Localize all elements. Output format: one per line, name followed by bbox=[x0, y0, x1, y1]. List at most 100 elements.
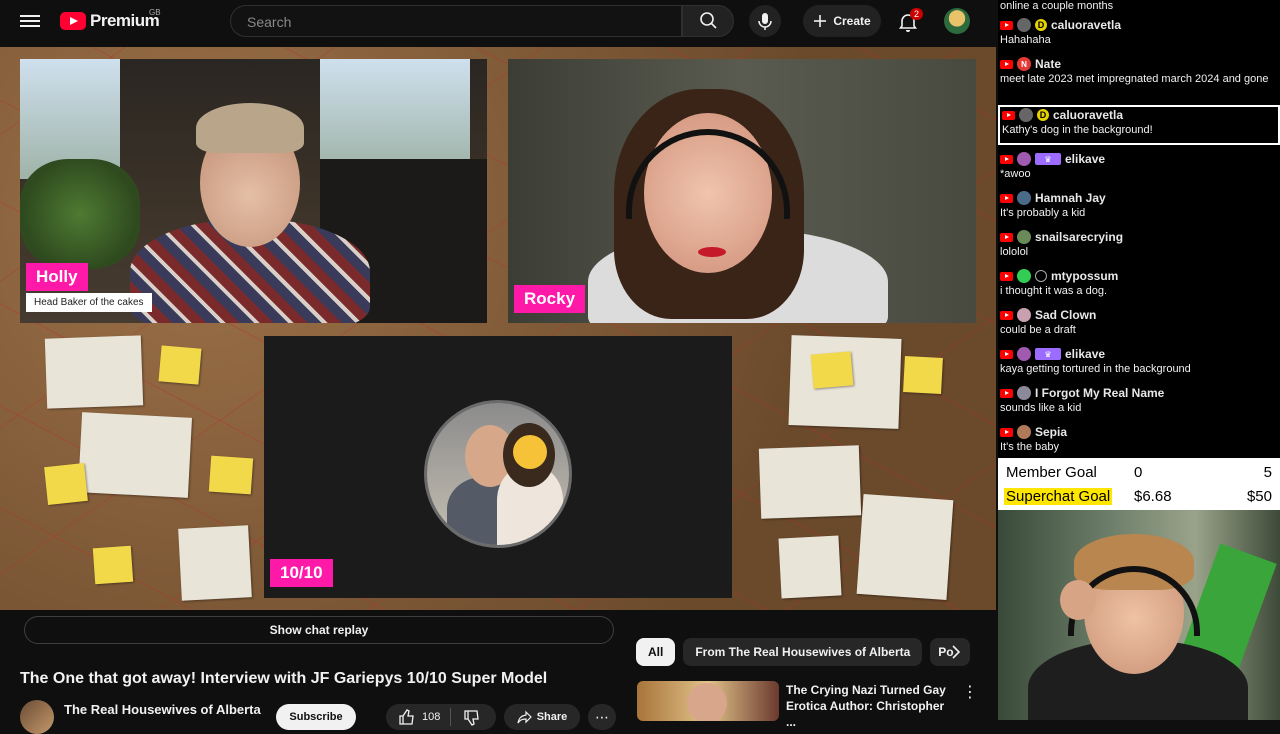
youtube-logo[interactable]: Premium bbox=[60, 11, 160, 31]
chips-next-button[interactable] bbox=[946, 642, 966, 662]
chat-message[interactable]: mtypossum i thought it was a dog. bbox=[998, 268, 1280, 298]
chat-author-name[interactable]: snailsarecrying bbox=[1035, 230, 1123, 244]
chat-message-text: Hahahaha bbox=[1000, 34, 1051, 46]
chat-message[interactable]: ♛ elikave *awoo bbox=[998, 151, 1280, 181]
chat-author-avatar[interactable] bbox=[1019, 108, 1033, 122]
live-chat-panel: online a couple months Dcaluoravetla Haha… bbox=[998, 0, 1280, 458]
person-lips bbox=[698, 247, 726, 257]
create-button[interactable]: Create bbox=[803, 5, 881, 37]
chat-author-avatar[interactable] bbox=[1017, 425, 1031, 439]
chat-author-name[interactable]: mtypossum bbox=[1051, 269, 1118, 283]
chat-author-name[interactable]: Sad Clown bbox=[1035, 308, 1096, 322]
chat-message[interactable]: I Forgot My Real Name sounds like a kid bbox=[998, 385, 1280, 415]
pinned-paper bbox=[758, 445, 862, 519]
participant-name-tag: Holly bbox=[26, 263, 88, 291]
chat-message[interactable]: snailsarecrying lololol bbox=[998, 229, 1280, 259]
chat-message[interactable]: Sepia It's the baby bbox=[998, 424, 1280, 454]
person-hand bbox=[1060, 580, 1096, 620]
chip-all[interactable]: All bbox=[636, 638, 676, 666]
chat-author-name[interactable]: caluoravetla bbox=[1053, 108, 1123, 122]
recommendation-title[interactable]: The Crying Nazi Turned Gay Erotica Autho… bbox=[786, 682, 956, 730]
youtube-platform-icon bbox=[1000, 193, 1013, 203]
youtube-platform-icon bbox=[1000, 349, 1013, 359]
chat-author-avatar[interactable] bbox=[1017, 18, 1031, 32]
crown-badge-icon: ♛ bbox=[1035, 348, 1061, 360]
chat-message[interactable]: Hamnah Jay It's probably a kid bbox=[998, 190, 1280, 220]
channel-name[interactable]: The Real Housewives of Alberta bbox=[64, 702, 261, 717]
thumbs-down-icon[interactable] bbox=[461, 704, 485, 730]
youtube-play-icon bbox=[60, 12, 86, 30]
chat-author-name[interactable]: Sepia bbox=[1035, 425, 1067, 439]
chat-message-header: I Forgot My Real Name bbox=[1000, 385, 1280, 401]
search-button[interactable] bbox=[682, 5, 734, 37]
youtube-platform-icon bbox=[1000, 154, 1013, 164]
youtube-platform-icon bbox=[1000, 59, 1013, 69]
recommendation-thumbnail[interactable] bbox=[637, 681, 779, 721]
chat-author-name[interactable]: Hamnah Jay bbox=[1035, 191, 1106, 205]
subscribe-button[interactable]: Subscribe bbox=[276, 704, 356, 730]
share-icon bbox=[517, 710, 532, 724]
youtube-platform-icon bbox=[1000, 310, 1013, 320]
chat-message[interactable]: Sad Clown could be a draft bbox=[998, 307, 1280, 337]
chat-author-avatar[interactable] bbox=[1017, 386, 1031, 400]
superchat-goal-row: Superchat Goal $6.68 $50 bbox=[998, 484, 1280, 508]
chat-message-text: i thought it was a dog. bbox=[1000, 285, 1108, 297]
chat-message-header: Sad Clown bbox=[1000, 307, 1280, 323]
menu-icon[interactable] bbox=[20, 12, 40, 30]
chat-message[interactable]: ♛ elikave kaya getting tortured in the bac… bbox=[998, 346, 1280, 376]
superchat-goal-label: Superchat Goal bbox=[1004, 487, 1113, 505]
chat-message-text: It's the baby bbox=[1000, 441, 1059, 453]
chat-message[interactable]: Dcaluoravetla Kathy's dog in the backgrou… bbox=[998, 105, 1280, 145]
account-avatar[interactable] bbox=[944, 8, 970, 34]
plus-icon bbox=[814, 15, 827, 27]
channel-avatar[interactable] bbox=[20, 700, 54, 734]
youtube-platform-icon bbox=[1000, 232, 1013, 242]
chat-author-avatar[interactable] bbox=[1017, 347, 1031, 361]
person-badge-icon bbox=[1035, 270, 1047, 282]
chip-from-channel[interactable]: From The Real Housewives of Alberta bbox=[683, 638, 923, 666]
chat-author-name[interactable]: elikave bbox=[1065, 347, 1105, 361]
recommendation-more-icon[interactable]: ⋮ bbox=[962, 682, 978, 702]
like-dislike-group: 108 bbox=[386, 704, 496, 730]
share-label: Share bbox=[536, 711, 568, 723]
chat-message-text: could be a draft bbox=[1000, 324, 1076, 336]
chat-author-name[interactable]: caluoravetla bbox=[1051, 18, 1121, 32]
video-title: The One that got away! Interview with JF… bbox=[20, 670, 548, 687]
chat-message-header: ♛ elikave bbox=[1000, 346, 1280, 362]
video-player[interactable]: Holly Head Baker of the cakes Rocky 10/1… bbox=[0, 47, 996, 610]
profile-picture bbox=[424, 400, 572, 548]
chat-author-avatar[interactable] bbox=[1017, 269, 1031, 283]
more-actions-button[interactable]: ⋯ bbox=[588, 704, 616, 730]
chat-author-name[interactable]: Nate bbox=[1035, 57, 1061, 71]
chat-message[interactable]: N Nate meet late 2023 met impregnated marc… bbox=[998, 56, 1280, 86]
voice-search-button[interactable] bbox=[749, 5, 781, 37]
chat-author-avatar[interactable] bbox=[1017, 191, 1031, 205]
search-box bbox=[230, 5, 682, 37]
share-button[interactable]: Share bbox=[504, 704, 580, 730]
participant-tile-holly bbox=[20, 59, 487, 323]
participant-name-tag: Rocky bbox=[514, 285, 586, 313]
search-input[interactable] bbox=[245, 12, 669, 32]
chat-author-avatar[interactable] bbox=[1017, 152, 1031, 166]
participant-subtitle-tag: Head Baker of the cakes bbox=[26, 293, 152, 312]
plant bbox=[20, 159, 140, 269]
thumbs-up-icon[interactable] bbox=[386, 704, 422, 730]
mic-icon bbox=[758, 13, 772, 30]
person-hair bbox=[196, 103, 304, 153]
chat-message[interactable]: Dcaluoravetla Hahahaha bbox=[998, 17, 1280, 47]
youtube-platform-icon bbox=[1000, 427, 1013, 437]
pinned-paper bbox=[856, 493, 954, 601]
streamer-webcam bbox=[998, 510, 1280, 720]
chat-author-avatar[interactable]: N bbox=[1017, 57, 1031, 71]
background-window bbox=[320, 59, 470, 169]
participant-tile-rocky bbox=[508, 59, 976, 323]
show-chat-replay-button[interactable]: Show chat replay bbox=[24, 616, 614, 644]
chat-author-name[interactable]: elikave bbox=[1065, 152, 1105, 166]
pinned-paper bbox=[778, 535, 842, 599]
chat-author-name[interactable]: I Forgot My Real Name bbox=[1035, 386, 1164, 400]
superchat-goal-current: $6.68 bbox=[1134, 487, 1172, 505]
chat-message-text: kaya getting tortured in the background bbox=[1000, 363, 1191, 375]
chat-author-avatar[interactable] bbox=[1017, 308, 1031, 322]
chat-author-avatar[interactable] bbox=[1017, 230, 1031, 244]
sticky-note bbox=[810, 351, 854, 389]
